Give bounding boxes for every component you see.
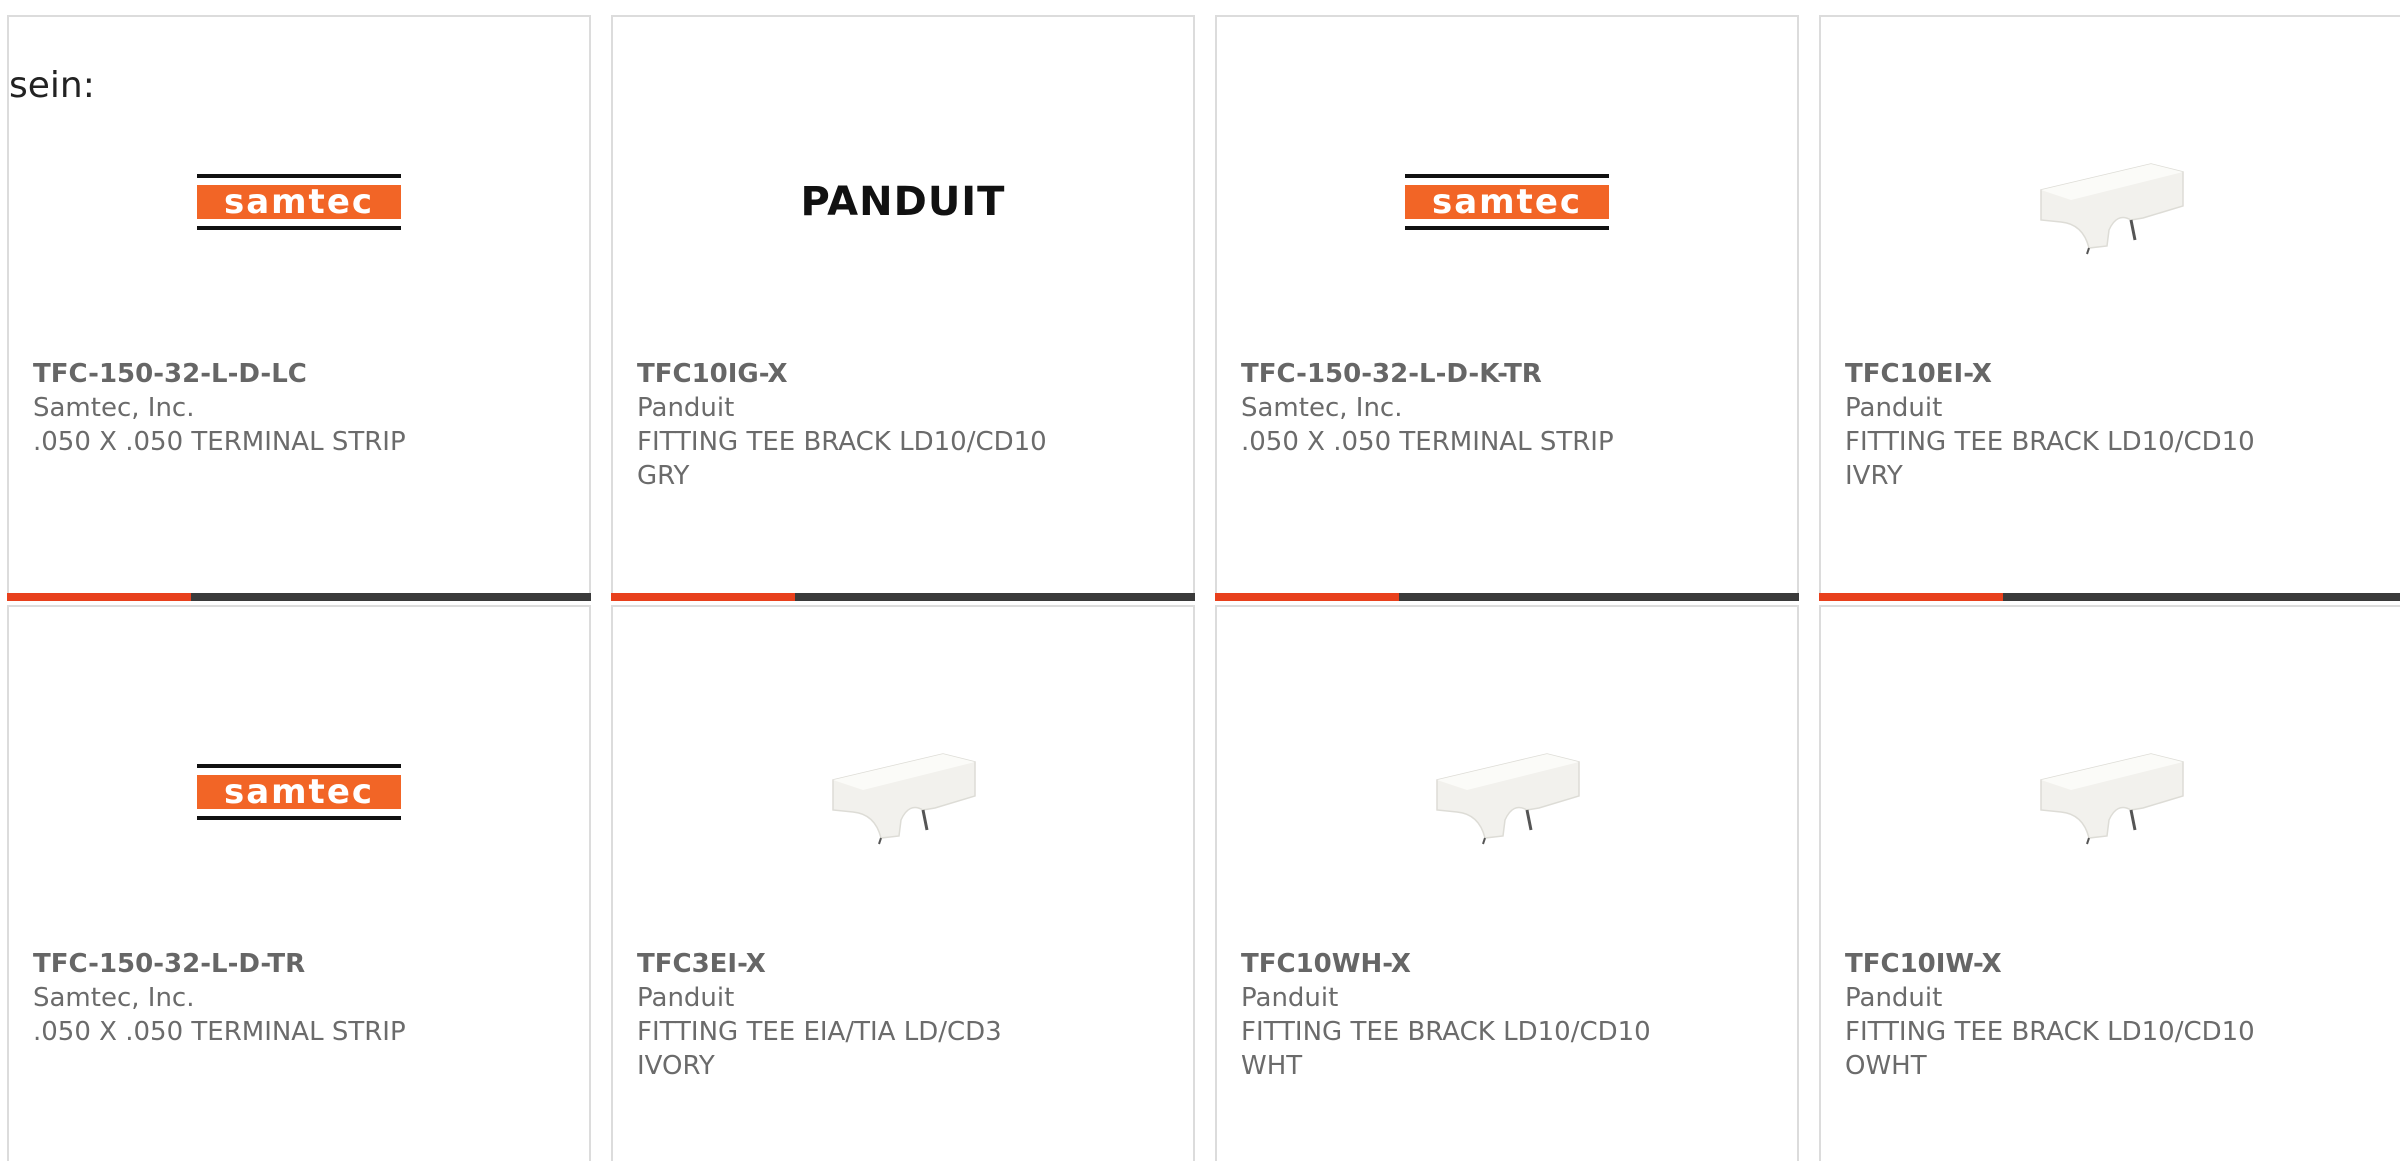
logo-text: PANDUIT <box>800 179 1006 225</box>
manufacturer: Panduit <box>637 393 735 423</box>
part-number[interactable]: TFC3EI-X <box>637 947 1169 981</box>
product-image[interactable] <box>1821 117 2400 287</box>
manufacturer: Panduit <box>637 983 735 1013</box>
description: .050 X .050 TERMINAL STRIP <box>33 427 406 457</box>
product-image[interactable] <box>613 707 1193 877</box>
tee-fitting-image <box>2040 753 2184 845</box>
samtec-logo: samtec <box>197 764 401 820</box>
manufacturer: Panduit <box>1241 983 1339 1013</box>
intro-text: sein: <box>9 65 95 106</box>
description: FITTING TEE EIA/TIA LD/CD3 IVORY <box>637 1017 1002 1081</box>
card-accent-bar <box>7 593 591 601</box>
part-number[interactable]: TFC10EI-X <box>1845 357 2377 391</box>
product-image[interactable]: PANDUIT <box>613 117 1193 287</box>
logo-text: samtec <box>197 775 401 809</box>
manufacturer: Samtec, Inc. <box>33 393 195 423</box>
product-image[interactable]: samtec <box>9 707 589 877</box>
product-image[interactable]: samtec <box>1217 117 1797 287</box>
product-image[interactable] <box>1821 707 2400 877</box>
product-card[interactable]: TFC10WH-X Panduit FITTING TEE BRACK LD10… <box>1215 605 1799 1161</box>
logo-text: samtec <box>197 185 401 219</box>
logo-text: samtec <box>1405 185 1609 219</box>
product-card[interactable]: TFC10IW-X Panduit FITTING TEE BRACK LD10… <box>1819 605 2400 1161</box>
description: FITTING TEE BRACK LD10/CD10 GRY <box>637 427 1047 491</box>
tee-fitting-image <box>832 753 976 845</box>
tee-fitting-image <box>1436 753 1580 845</box>
part-number[interactable]: TFC10IG-X <box>637 357 1169 391</box>
product-card[interactable]: samtec TFC-150-32-L-D-TR Samtec, Inc. .0… <box>7 605 591 1161</box>
manufacturer: Samtec, Inc. <box>1241 393 1403 423</box>
product-card[interactable]: TFC3EI-X Panduit FITTING TEE EIA/TIA LD/… <box>611 605 1195 1161</box>
card-accent-bar <box>1215 593 1799 601</box>
description: .050 X .050 TERMINAL STRIP <box>33 1017 406 1047</box>
description: FITTING TEE BRACK LD10/CD10 OWHT <box>1845 1017 2255 1081</box>
manufacturer: Panduit <box>1845 983 1943 1013</box>
part-number[interactable]: TFC10IW-X <box>1845 947 2377 981</box>
card-accent-bar <box>611 593 1195 601</box>
description: FITTING TEE BRACK LD10/CD10 WHT <box>1241 1017 1651 1081</box>
product-image[interactable]: samtec <box>9 117 589 287</box>
product-card[interactable]: TFC10EI-X Panduit FITTING TEE BRACK LD10… <box>1819 15 2400 601</box>
product-card[interactable]: samtec TFC-150-32-L-D-K-TR Samtec, Inc. … <box>1215 15 1799 601</box>
part-number[interactable]: TFC-150-32-L-D-TR <box>33 947 565 981</box>
part-number[interactable]: TFC-150-32-L-D-K-TR <box>1241 357 1773 391</box>
product-card[interactable]: PANDUIT TFC10IG-X Panduit FITTING TEE BR… <box>611 15 1195 601</box>
samtec-logo: samtec <box>197 174 401 230</box>
part-number[interactable]: TFC10WH-X <box>1241 947 1773 981</box>
panduit-logo: PANDUIT <box>801 179 1006 225</box>
manufacturer: Samtec, Inc. <box>33 983 195 1013</box>
samtec-logo: samtec <box>1405 174 1609 230</box>
product-grid: sein: samtec TFC-150-32-L-D-LC Samtec, I… <box>0 0 2400 1161</box>
tee-fitting-image <box>2040 163 2184 255</box>
card-accent-bar <box>1819 593 2400 601</box>
manufacturer: Panduit <box>1845 393 1943 423</box>
description: .050 X .050 TERMINAL STRIP <box>1241 427 1614 457</box>
part-number[interactable]: TFC-150-32-L-D-LC <box>33 357 565 391</box>
description: FITTING TEE BRACK LD10/CD10 IVRY <box>1845 427 2255 491</box>
product-image[interactable] <box>1217 707 1797 877</box>
product-card[interactable]: sein: samtec TFC-150-32-L-D-LC Samtec, I… <box>7 15 591 601</box>
